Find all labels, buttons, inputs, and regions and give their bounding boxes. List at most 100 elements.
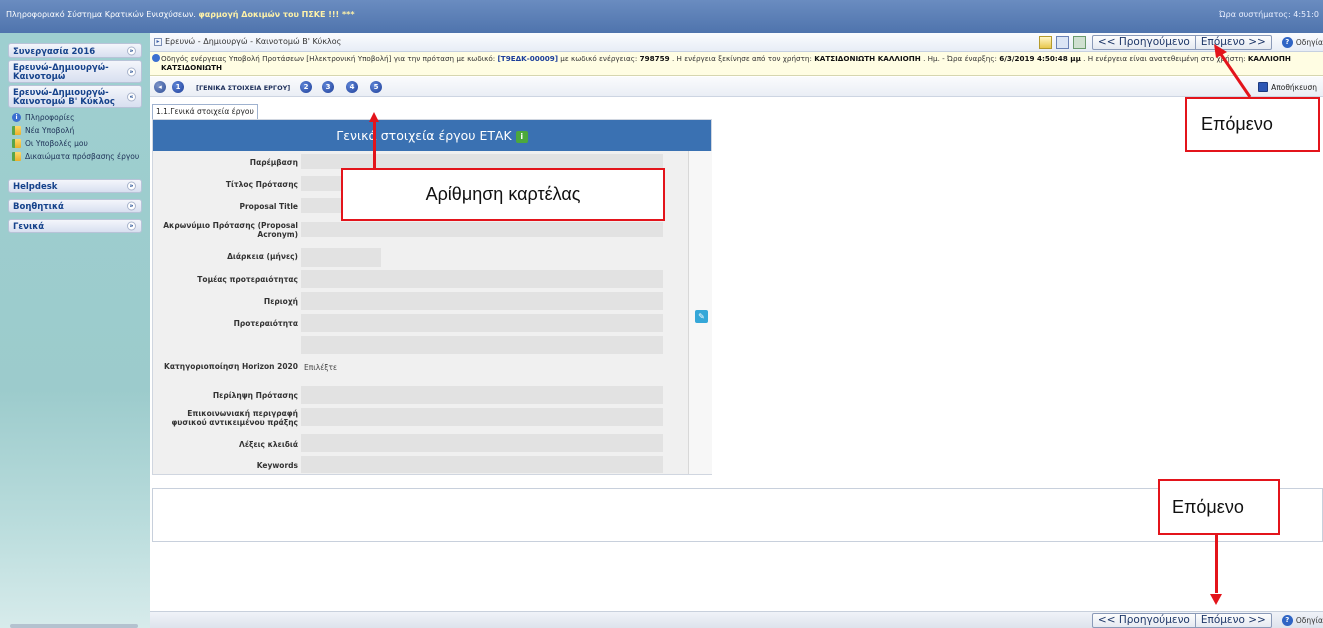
form-row-proposal-title: Proposal Title [153, 199, 301, 211]
info-icon [152, 54, 160, 62]
priority-sector-field[interactable] [301, 270, 663, 288]
info-icon[interactable]: i [515, 131, 528, 143]
form-row-communication: Επικοινωνιακή περιγραφή φυσικού αντικειμ… [153, 409, 301, 427]
summary-field[interactable] [301, 386, 663, 404]
main-content: ▸ Ερευνώ - Δημιουργώ - Καινοτομώ Β' Κύκλ… [150, 33, 1323, 628]
system-title: Πληροφοριακό Σύστημα Κρατικών Ενισχύσεων… [6, 10, 355, 19]
sidebar-section-synergasia[interactable]: Συνεργασία 2016 » [8, 43, 142, 58]
previous-button[interactable]: << Προηγούμενο [1091, 35, 1196, 50]
next-button[interactable]: Επόμενο >> [1195, 35, 1272, 50]
duration-field[interactable] [301, 248, 381, 267]
breadcrumb-toolbar: ▸ Ερευνώ - Δημιουργώ - Καινοτομώ Β' Κύκλ… [150, 33, 1323, 52]
save-disk-icon [1258, 82, 1269, 92]
step-3[interactable]: 3 [322, 81, 334, 93]
annotation-tab-numbering: Αρίθμηση καρτέλας [341, 168, 665, 221]
step-5[interactable]: 5 [370, 81, 382, 93]
breadcrumb-text[interactable]: Ερευνώ - Δημιουργώ - Καινοτομώ Β' Κύκλος [165, 37, 341, 46]
top-navigation: << Προηγούμενο Επόμενο >> ? Οδηγία [1038, 35, 1323, 50]
help-link-bottom[interactable]: ? Οδηγία [1281, 615, 1323, 626]
save-button[interactable]: Αποθήκευση [1258, 82, 1317, 92]
sidebar-section-erevno[interactable]: Ερευνώ-Δημιουργώ-Καινοτομώ » [8, 60, 142, 83]
arrow-right-icon: ▸ [154, 37, 162, 46]
environment-warning: φαρμογή Δοκιμών του ΠΣΚΕ !!! *** [198, 10, 355, 19]
help-link[interactable]: ? Οδηγία [1281, 37, 1323, 48]
intervention-field[interactable] [301, 154, 663, 169]
sidebar-section-label: Helpdesk [13, 182, 58, 192]
folder-icon [12, 152, 21, 161]
keywords-gr-field[interactable] [301, 434, 663, 452]
sidebar-section-erevno-b[interactable]: Ερευνώ-Δημιουργώ-Καινοτομώ Β' Κύκλος « [8, 85, 142, 108]
field-label: Λέξεις κλειδιά [239, 440, 298, 449]
sidebar-scrollbar[interactable] [10, 624, 138, 628]
field-label: Επικοινωνιακή περιγραφή φυσικού αντικειμ… [171, 409, 298, 427]
system-title-bar: Πληροφοριακό Σύστημα Κρατικών Ενισχύσεων… [0, 0, 1323, 33]
sidebar-item-label: Δικαιώματα πρόσβασης έργου [25, 152, 140, 161]
chevron-down-icon[interactable]: » [127, 201, 136, 211]
sidebar-section-label: Συνεργασία 2016 [13, 47, 96, 57]
next-button-bottom[interactable]: Επόμενο >> [1195, 613, 1272, 628]
annotation-next-top: Επόμενο [1185, 97, 1320, 152]
edit-note-icon[interactable] [1038, 36, 1052, 49]
image-icon[interactable] [1072, 36, 1086, 49]
acronym-field[interactable] [301, 222, 663, 237]
chevron-down-icon[interactable]: » [127, 181, 136, 191]
folder-icon [12, 126, 21, 135]
step-2[interactable]: 2 [300, 81, 312, 93]
priority-extra-field[interactable] [301, 336, 663, 354]
started-by-user: ΚΑΤΣΙΔΟΝΙΩΤΗ ΚΑΛΛΙΟΠΗ [814, 54, 921, 63]
panel-header: Γενικά στοιχεία έργου ΕΤΑΚ i [153, 120, 711, 151]
field-label: Keywords [256, 461, 298, 470]
field-label: Κατηγοριοποίηση Horizon 2020 [164, 362, 298, 371]
info-text: . Η ενέργεια ξεκίνησε από τον χρήστη: [669, 54, 815, 63]
form-row-horizon: Κατηγοριοποίηση Horizon 2020 [153, 362, 301, 371]
step-4[interactable]: 4 [346, 81, 358, 93]
grid-icon[interactable] [1055, 36, 1069, 49]
bottom-navigation: << Προηγούμενο Επόμενο >> ? Οδηγία [1091, 613, 1323, 628]
region-field[interactable] [301, 292, 663, 310]
field-label: Τίτλος Πρότασης [225, 180, 298, 189]
field-label: Ακρωνύμιο Πρότασης (Proposal Acronym) [163, 221, 298, 239]
step-back-icon[interactable]: ◂ [154, 81, 166, 93]
chevron-down-icon[interactable]: » [127, 221, 136, 231]
communication-description-field[interactable] [301, 408, 663, 426]
folder-icon [12, 139, 21, 148]
info-icon: i [12, 113, 21, 122]
sidebar-section-auxiliary[interactable]: Βοηθητικά » [8, 199, 142, 213]
priority-field[interactable] [301, 314, 663, 332]
info-text: . Ημ. - Ώρα έναρξης: [920, 54, 1000, 63]
sidebar-section-helpdesk[interactable]: Helpdesk » [8, 179, 142, 193]
sidebar-item-my-submissions[interactable]: Οι Υποβολές μου [12, 137, 150, 150]
previous-button-bottom[interactable]: << Προηγούμενο [1091, 613, 1196, 628]
tab-general-info[interactable]: 1.1.Γενικά στοιχεία έργου [152, 104, 258, 119]
action-info-bar: Οδηγός ενέργειας Υποβολή Προτάσεων [Ηλεκ… [150, 52, 1323, 76]
chevron-down-icon[interactable]: » [127, 67, 136, 76]
system-time: Ώρα συστήματος: 4:51:0 [1219, 10, 1319, 19]
field-label: Παρέμβαση [249, 158, 298, 167]
sidebar-section-general[interactable]: Γενικά » [8, 219, 142, 233]
info-text: Οδηγός ενέργειας Υποβολή Προτάσεων [Ηλεκ… [161, 54, 498, 63]
sidebar-section-label: Ερευνώ-Δημιουργώ-Καινοτομώ Β' Κύκλος [13, 88, 115, 107]
chevron-down-icon[interactable]: » [127, 46, 136, 55]
sidebar-item-new-submission[interactable]: Νέα Υποβολή [12, 124, 150, 137]
annotation-arrow-bottom [1215, 535, 1218, 593]
current-step-label: [ΓΕΝΙΚΑ ΣΤΟΙΧΕΙΑ ΕΡΓΟΥ] [196, 84, 291, 92]
sidebar-section-label: Βοηθητικά [13, 202, 64, 212]
edit-icon[interactable]: ✎ [695, 310, 708, 323]
system-title-text: Πληροφοριακό Σύστημα Κρατικών Ενισχύσεων… [6, 10, 196, 19]
annotation-arrowhead [369, 112, 379, 122]
form-row-priority-sector: Τομέας προτεραιότητας [153, 272, 301, 284]
sidebar-item-access-rights[interactable]: Δικαιώματα πρόσβασης έργου [12, 150, 150, 163]
sidebar-item-info[interactable]: i Πληροφορίες [12, 111, 150, 124]
step-1[interactable]: 1 [172, 81, 184, 93]
field-label: Προτεραιότητα [233, 319, 298, 328]
help-label: Οδηγία [1295, 38, 1323, 47]
keywords-en-field[interactable] [301, 456, 663, 473]
help-icon: ? [1281, 37, 1293, 48]
chevron-up-icon[interactable]: « [127, 92, 136, 101]
wizard-steps: ◂ 1 [ΓΕΝΙΚΑ ΣΤΟΙΧΕΙΑ ΕΡΓΟΥ] 2 3 4 5 Αποθ… [150, 77, 1323, 97]
footer-box [152, 488, 1323, 542]
horizon-2020-select[interactable]: Επιλέξτε [301, 360, 663, 379]
form-row-priority: Προτεραιότητα [153, 316, 301, 328]
sidebar: Συνεργασία 2016 » Ερευνώ-Δημιουργώ-Καινο… [0, 33, 150, 628]
assigned-user: ΚΑΛΛΙΟΠΗ [1247, 54, 1291, 63]
